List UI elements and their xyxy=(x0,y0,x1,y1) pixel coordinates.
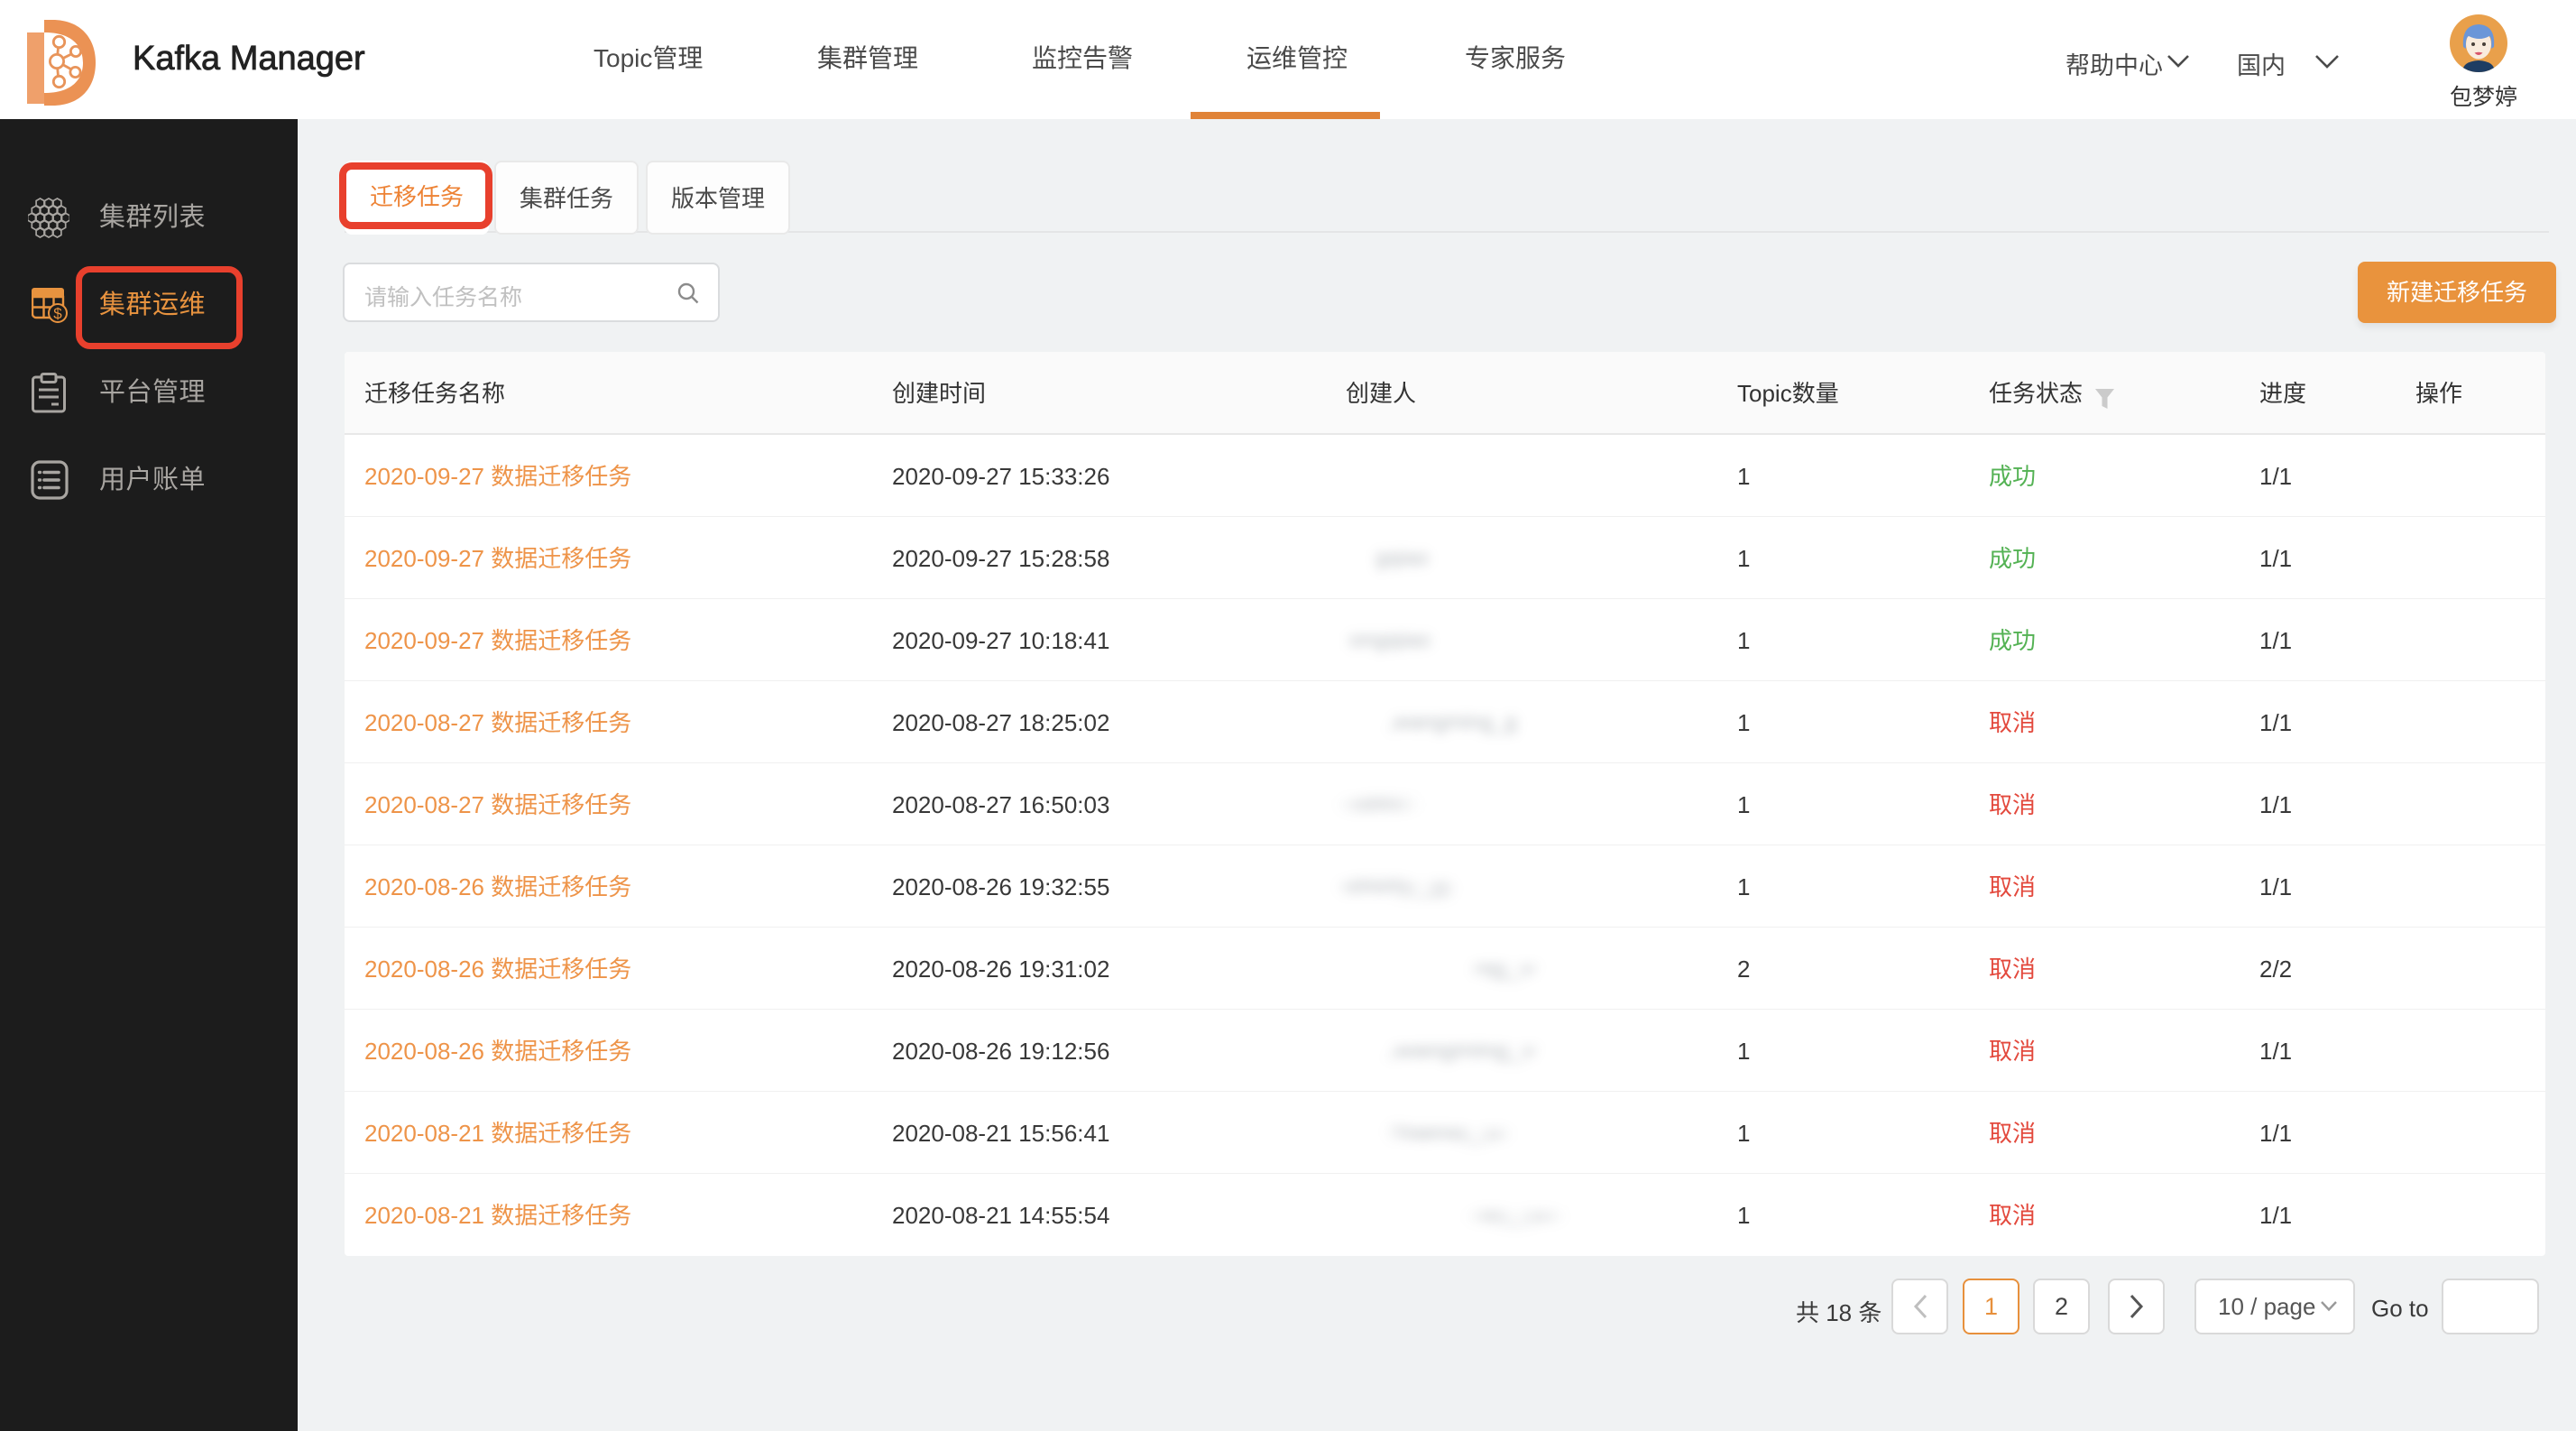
svg-text:$: $ xyxy=(53,305,62,322)
